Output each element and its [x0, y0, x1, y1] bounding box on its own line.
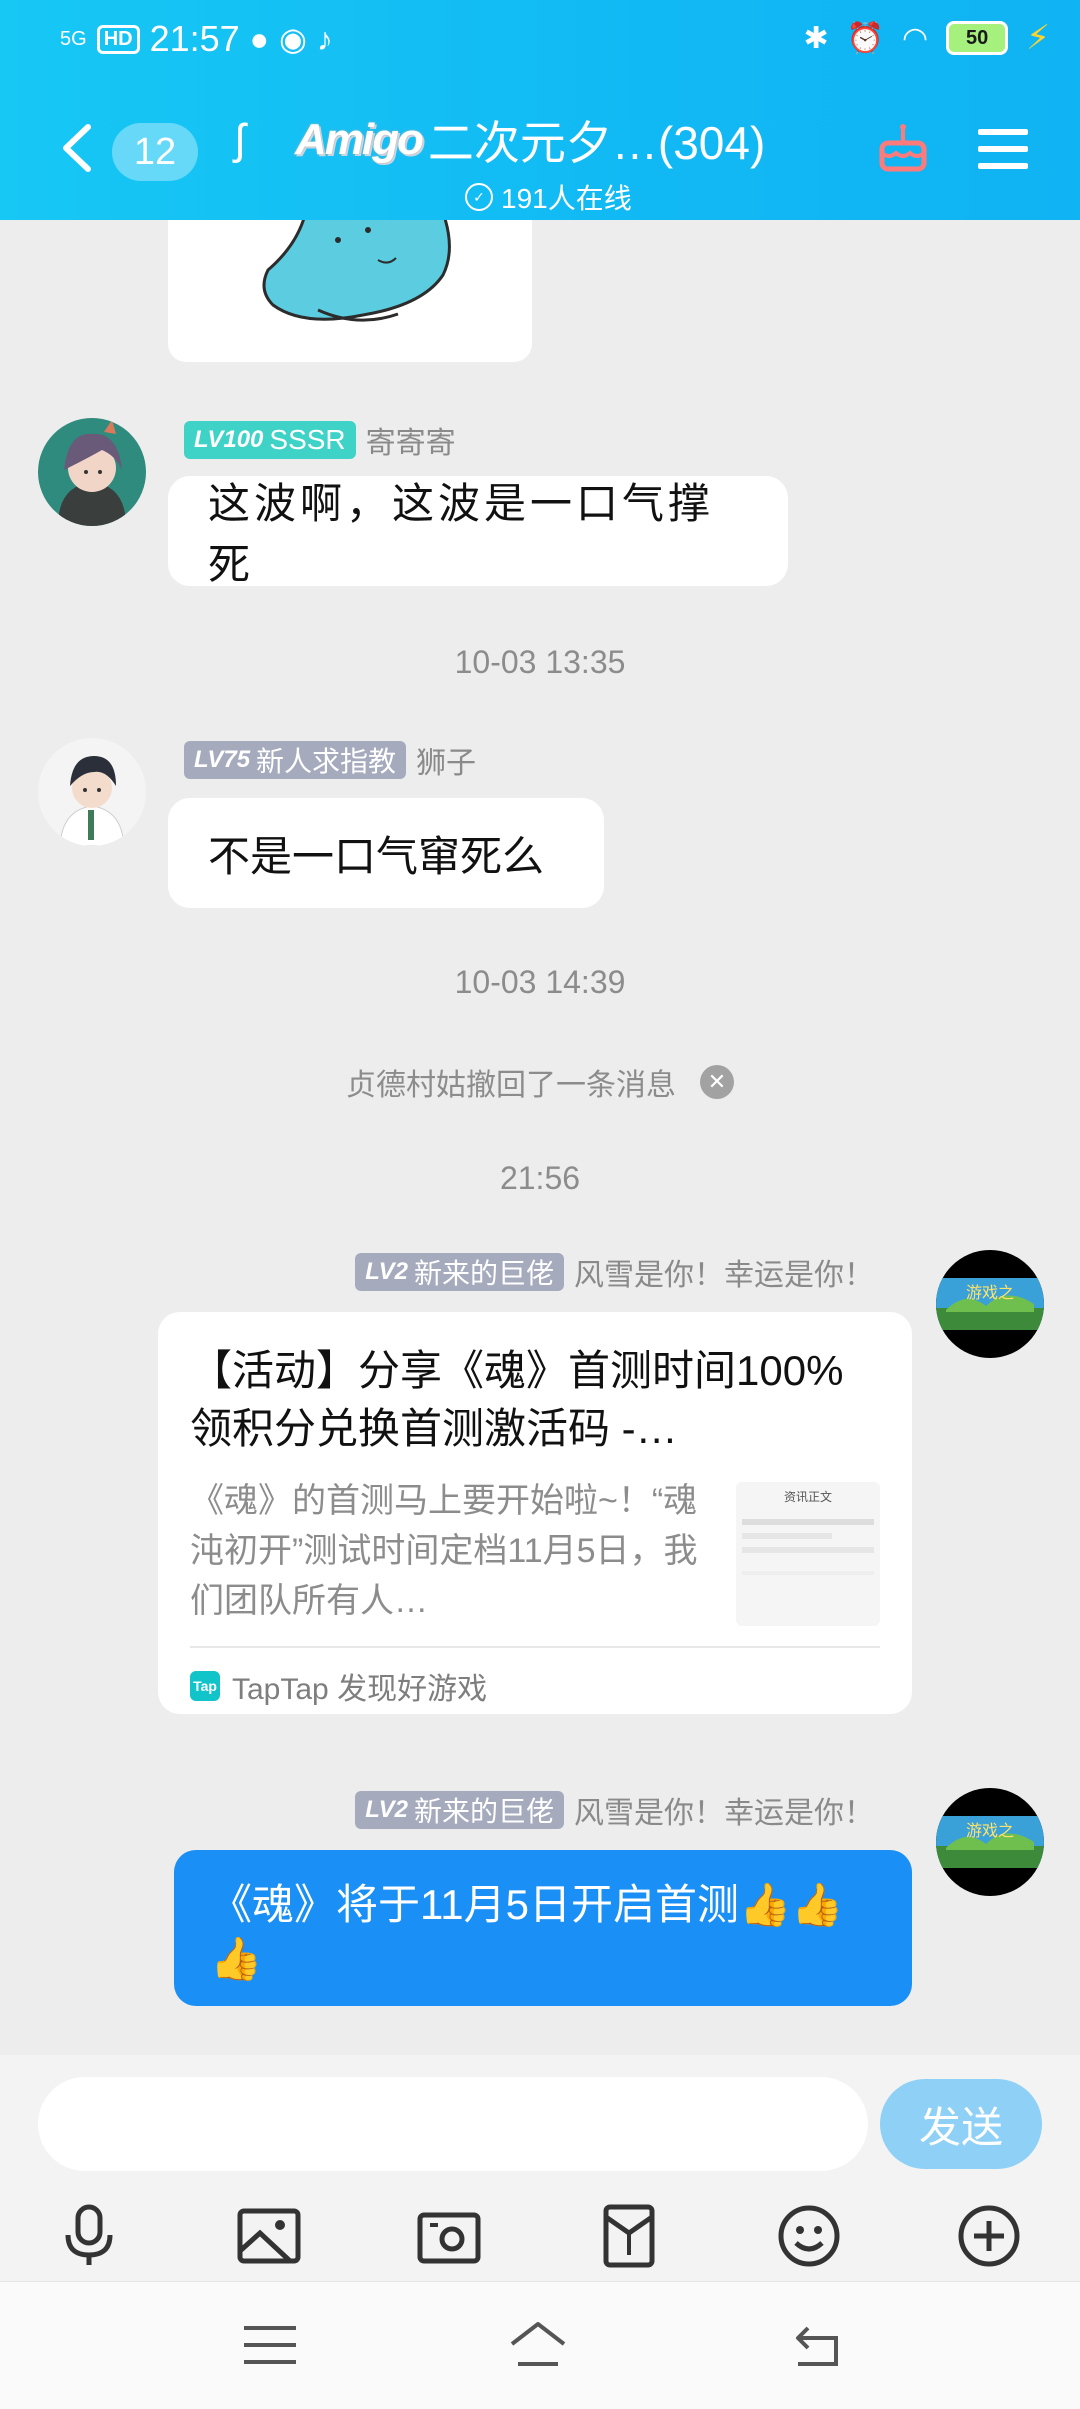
- level-text: LV100: [194, 426, 264, 453]
- hd-indicator: HD: [96, 24, 140, 54]
- sender-name[interactable]: 狮子: [416, 738, 476, 782]
- avatar[interactable]: 游戏之: [936, 1788, 1044, 1896]
- group-title: Amigo 二次元夕…(304): [295, 107, 815, 173]
- home-button[interactable]: [508, 2320, 568, 2370]
- sticker-message[interactable]: [168, 220, 532, 362]
- signal-indicator: 5G: [60, 28, 87, 50]
- sender-info: LV100 SSSR 寄寄寄: [184, 418, 456, 462]
- level-title: 新来的巨佬: [413, 1796, 554, 1827]
- charging-icon: ⚡: [1026, 19, 1050, 57]
- card-title: 【活动】分享《魂》首测时间100%领积分兑换首测激活码 -…: [190, 1347, 844, 1452]
- online-count: 191人在线: [501, 183, 632, 214]
- ear-mode-icon[interactable]: ʃ: [235, 115, 245, 165]
- qq-icon: ◉: [279, 21, 307, 57]
- level-text: LV2: [365, 1796, 408, 1823]
- card-divider: [190, 1646, 880, 1648]
- chat-header: 12 ʃ Amigo 二次元夕…(304) ✓ 191人在线: [0, 105, 1080, 215]
- microphone-icon[interactable]: [56, 2203, 122, 2269]
- shared-link-card[interactable]: 【活动】分享《魂》首测时间100%领积分兑换首测激活码 -… 《魂》的首测马上要…: [158, 1312, 912, 1714]
- menu-icon[interactable]: [978, 127, 1028, 171]
- level-title: 新来的巨佬: [413, 1258, 554, 1289]
- plus-icon[interactable]: [956, 2203, 1022, 2269]
- thumb-line: [742, 1533, 832, 1539]
- battery-indicator: 50: [946, 21, 1009, 55]
- level-badge: LV75 新人求指教: [184, 741, 407, 779]
- taptap-logo: Tap: [190, 1671, 220, 1701]
- sender-name[interactable]: 风雪是你！幸运是你！: [574, 1788, 874, 1832]
- avatar[interactable]: 游戏之: [936, 1250, 1044, 1358]
- system-nav-bar: [0, 2281, 1080, 2409]
- sender-info: LV75 新人求指教 狮子: [184, 738, 476, 782]
- group-name: 二次元夕…(304): [427, 117, 766, 169]
- card-description: 《魂》的首测马上要开始啦~！“魂沌初开”测试时间定档11月5日，我们团队所有人…: [190, 1482, 698, 1620]
- sender-name[interactable]: 寄寄寄: [366, 418, 456, 462]
- wifi-icon: ◠: [901, 21, 929, 55]
- chat-area[interactable]: LV100 SSSR 寄寄寄 这波啊，这波是一口气撑死 10-03 13:35 …: [0, 220, 1080, 2055]
- sticker-image: [262, 220, 451, 322]
- tiktok-icon: ♪: [316, 20, 333, 57]
- level-badge: LV100 SSSR: [184, 421, 356, 459]
- image-icon[interactable]: [236, 2203, 302, 2269]
- red-packet-icon[interactable]: [596, 2203, 662, 2269]
- timestamp: 21:56: [499, 1160, 581, 1196]
- level-badge: LV2 新来的巨佬: [355, 1791, 564, 1829]
- card-thumb-title: 资讯正文: [783, 1490, 832, 1504]
- message-input[interactable]: [38, 2077, 868, 2171]
- emoji-icon[interactable]: [776, 2203, 842, 2269]
- clock: 21:57: [149, 18, 240, 59]
- status-left: 5G HD 21:57 ● ◉ ♪: [60, 18, 333, 60]
- recents-button[interactable]: [240, 2320, 300, 2370]
- thumb-line: [742, 1571, 874, 1575]
- back-nav-button[interactable]: [790, 2320, 850, 2370]
- level-title: SSSR: [269, 424, 346, 455]
- alarm-icon: ⏰: [846, 21, 884, 55]
- avatar[interactable]: [38, 418, 146, 526]
- level-title: 新人求指教: [256, 746, 397, 777]
- camera-icon[interactable]: [416, 2203, 482, 2269]
- level-badge: LV2 新来的巨佬: [355, 1253, 564, 1291]
- card-source: Tap TapTap 发现好游戏: [190, 1664, 487, 1708]
- sender-info: LV2 新来的巨佬 风雪是你！幸运是你！: [355, 1250, 874, 1294]
- return-icon: [796, 2326, 838, 2366]
- svg-text:游戏之: 游戏之: [966, 1821, 1014, 1840]
- thumb-line: [742, 1547, 874, 1553]
- chevron-left-icon: [63, 124, 91, 172]
- svg-text:游戏之: 游戏之: [966, 1283, 1014, 1302]
- title-block[interactable]: Amigo 二次元夕…(304) ✓ 191人在线: [295, 107, 815, 217]
- unread-count-badge[interactable]: 12: [112, 123, 198, 181]
- timestamp: 10-03 14:39: [454, 964, 626, 1000]
- avatar[interactable]: [38, 738, 146, 846]
- card-source-text: TapTap 发现好游戏: [232, 1673, 488, 1706]
- level-text: LV75: [194, 746, 251, 773]
- toolbar: [0, 2195, 1080, 2275]
- close-icon[interactable]: ✕: [700, 1065, 734, 1099]
- recall-text: 贞德村姑撤回了一条消息: [346, 1069, 676, 1102]
- message-bubble[interactable]: 这波啊，这波是一口气撑死: [168, 476, 788, 589]
- home-icon: [510, 2322, 566, 2366]
- menu-lines-icon: [244, 2326, 296, 2364]
- recall-notice: 贞德村姑撤回了一条消息 ✕: [0, 1060, 1080, 1104]
- amigo-logo: Amigo: [295, 115, 424, 164]
- top-bar: 5G HD 21:57 ● ◉ ♪ ✱ ⏰ ◠ 50 ⚡ 12 ʃ Amigo …: [0, 0, 1080, 220]
- bluetooth-icon: ✱: [803, 21, 829, 55]
- wechat-icon: ●: [249, 20, 269, 57]
- level-text: LV2: [365, 1258, 408, 1285]
- thumb-line: [742, 1519, 874, 1525]
- message-bubble[interactable]: 不是一口气窜死么: [168, 798, 604, 908]
- sender-name[interactable]: 风雪是你！幸运是你！: [574, 1250, 874, 1294]
- online-count-row: ✓ 191人在线: [465, 177, 815, 217]
- status-bar: 5G HD 21:57 ● ◉ ♪ ✱ ⏰ ◠ 50 ⚡: [0, 12, 1080, 72]
- input-bar: 发送: [0, 2055, 1080, 2281]
- sent-message-bubble[interactable]: 《魂》将于11月5日开启首测👍👍👍: [174, 1850, 912, 2006]
- status-right: ✱ ⏰ ◠ 50 ⚡: [803, 18, 1050, 58]
- card-thumbnail: 资讯正文: [736, 1482, 880, 1626]
- cake-icon[interactable]: [876, 121, 930, 175]
- sender-info: LV2 新来的巨佬 风雪是你！幸运是你！: [355, 1788, 874, 1832]
- online-status-icon: ✓: [465, 183, 493, 211]
- back-button[interactable]: [58, 123, 98, 173]
- timestamp: 10-03 13:35: [454, 644, 626, 680]
- send-button[interactable]: 发送: [880, 2079, 1042, 2169]
